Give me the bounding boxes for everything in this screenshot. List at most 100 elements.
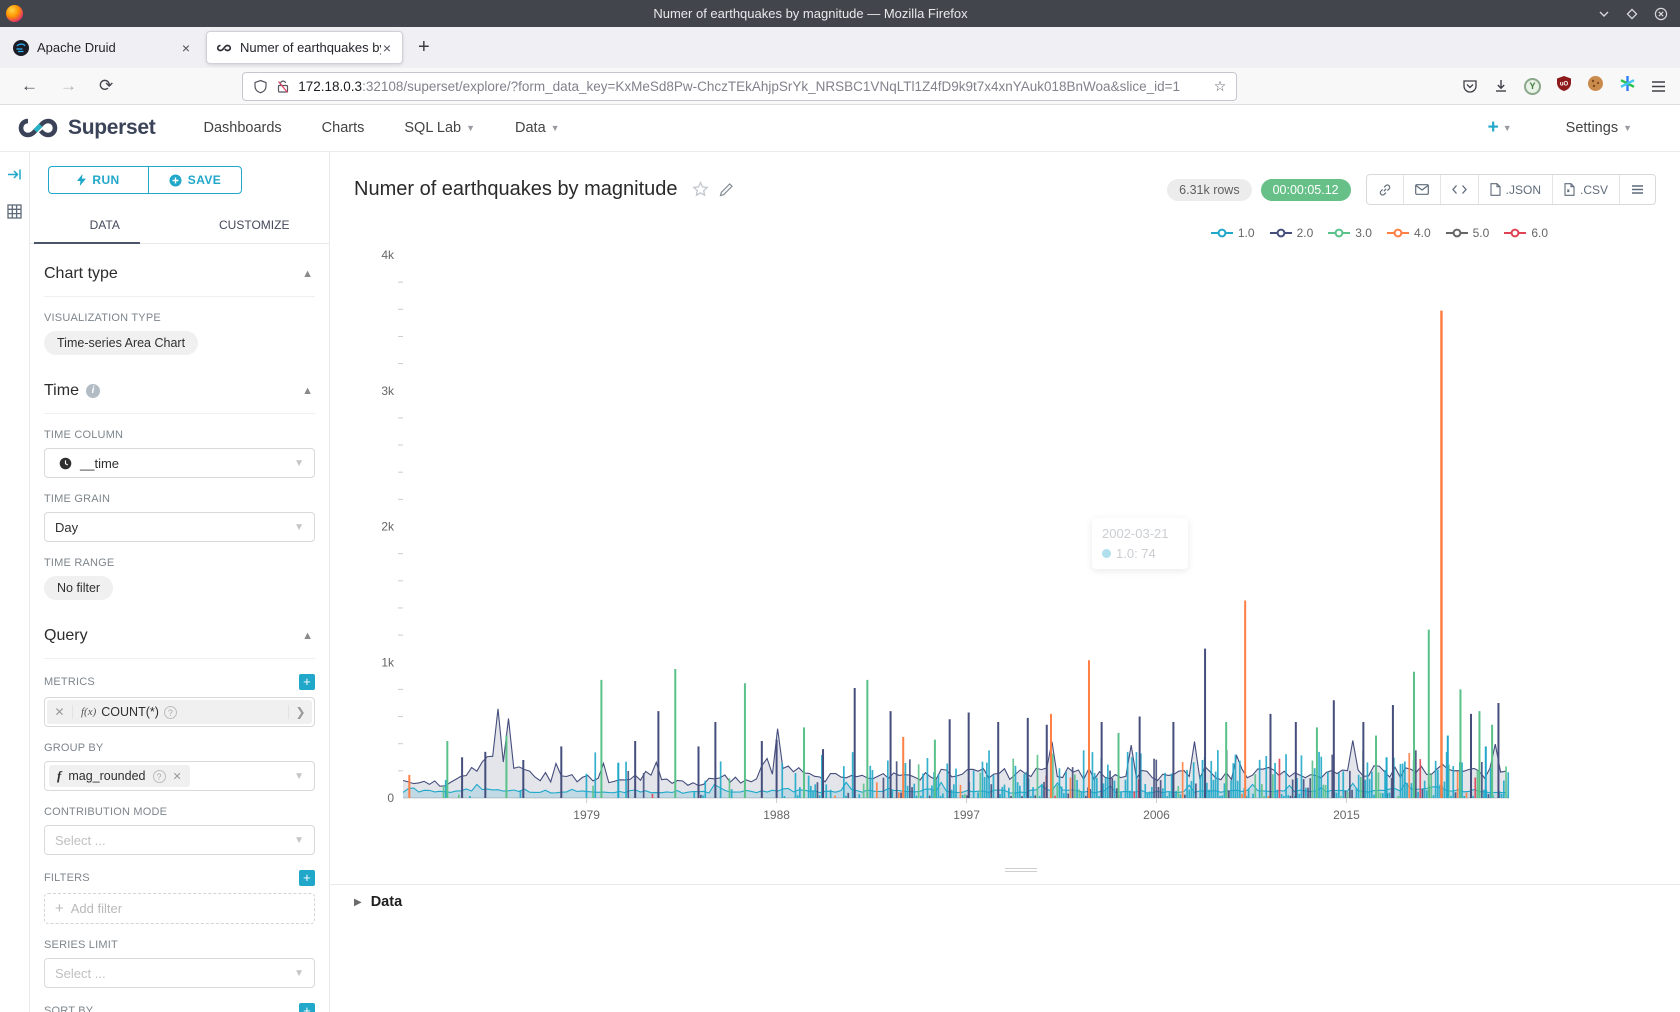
lock-broken-icon[interactable] [276, 79, 290, 94]
tab-label: Numer of earthquakes by m [240, 40, 381, 55]
back-button[interactable]: ← [10, 76, 49, 96]
metric-chip-count[interactable]: ✕ f(x) COUNT(*) ? ❯ [47, 700, 312, 724]
run-button[interactable]: RUN [48, 166, 148, 194]
window-close-icon[interactable] [1654, 7, 1668, 21]
add-metric-button[interactable]: + [299, 674, 315, 690]
cookie-extension-icon[interactable] [1587, 75, 1604, 97]
legend-item-5.0[interactable]: 5.0 [1446, 226, 1490, 240]
nav-item-sql-lab[interactable]: SQL Lab▼ [404, 120, 475, 136]
export-csv-button[interactable]: .CSV [1552, 175, 1619, 204]
forward-button[interactable]: → [49, 76, 88, 96]
legend-item-3.0[interactable]: 3.0 [1328, 226, 1372, 240]
reload-button[interactable]: ⟳ [88, 76, 124, 96]
expand-dataset-panel-icon[interactable] [7, 168, 22, 186]
shield-icon[interactable] [253, 79, 268, 94]
pocket-icon[interactable] [1462, 78, 1478, 94]
fx-icon: f(x) [81, 706, 96, 718]
plus-icon: + [55, 900, 64, 917]
legend-item-1.0[interactable]: 1.0 [1211, 226, 1255, 240]
legend-item-4.0[interactable]: 4.0 [1387, 226, 1431, 240]
tab-data[interactable]: DATA [30, 209, 180, 243]
tab-apache-druid[interactable]: Apache Druid × [4, 31, 201, 64]
tab-close-icon[interactable]: × [381, 40, 393, 56]
help-icon: ? [153, 770, 166, 783]
lightning-icon [77, 174, 86, 186]
tooltip-value: 1.0: 74 [1116, 546, 1156, 561]
time-column-select[interactable]: __time ▼ [44, 448, 315, 478]
svg-text:2006: 2006 [1143, 808, 1170, 822]
groupby-chip-mag-rounded[interactable]: f mag_rounded ? ✕ [49, 765, 190, 787]
window-title: Numer of earthquakes by magnitude — Mozi… [23, 6, 1598, 21]
bookmark-star-icon[interactable]: ☆ [1214, 78, 1227, 95]
settings-menu[interactable]: Settings▼ [1566, 120, 1632, 136]
hamburger-icon [1631, 185, 1644, 194]
dataset-grid-icon[interactable] [7, 204, 22, 224]
section-chart-type[interactable]: Chart type ▲ [44, 244, 315, 297]
chevron-down-icon: ▼ [1503, 123, 1512, 133]
svg-text:1k: 1k [381, 655, 395, 669]
url-bar[interactable]: 172.18.0.3 :32108/superset/explore/?form… [242, 72, 1237, 101]
groupby-select[interactable]: f mag_rounded ? ✕ ▼ [44, 761, 315, 791]
downloads-icon[interactable] [1493, 78, 1509, 94]
window-minimize-icon[interactable] [1598, 8, 1610, 20]
colorful-extension-icon[interactable] [1619, 75, 1636, 97]
menu-icon[interactable] [1651, 80, 1666, 93]
new-tab-button[interactable]: + [408, 36, 440, 59]
tab-close-icon[interactable]: × [180, 40, 192, 56]
tooltip-date: 2002-03-21 [1102, 526, 1178, 541]
export-json-button[interactable]: .JSON [1478, 175, 1552, 204]
new-item-button[interactable]: +▼ [1488, 117, 1512, 139]
privacy-extension-icon[interactable]: Y [1524, 78, 1541, 95]
svg-text:1979: 1979 [573, 808, 600, 822]
series-dot-icon [1102, 549, 1111, 558]
section-query[interactable]: Query ▲ [44, 606, 315, 659]
rows-count-badge: 6.31k rows [1167, 179, 1251, 201]
legend-item-2.0[interactable]: 2.0 [1270, 226, 1314, 240]
data-panel-toggle[interactable]: ▶ Data [354, 894, 1656, 910]
link-icon [1378, 183, 1392, 197]
embed-code-button[interactable] [1440, 175, 1478, 204]
section-time[interactable]: Time i ▲ [44, 361, 315, 414]
edit-title-icon[interactable] [719, 182, 734, 197]
expand-metric-icon[interactable]: ❯ [288, 705, 312, 719]
chevron-down-icon: ▼ [294, 458, 304, 469]
time-grain-select[interactable]: Day ▼ [44, 512, 315, 542]
superset-logo-icon [16, 117, 60, 139]
legend-marker-icon [1387, 228, 1409, 238]
copy-link-button[interactable] [1367, 175, 1403, 204]
druid-favicon-icon [13, 40, 29, 56]
chevron-down-icon: ▼ [294, 835, 304, 846]
nav-item-charts[interactable]: Charts [322, 120, 365, 136]
remove-metric-icon[interactable]: ✕ [47, 705, 73, 719]
time-range-label: TIME RANGE [44, 557, 315, 569]
email-button[interactable] [1403, 175, 1440, 204]
contribution-mode-select[interactable]: Select ... ▼ [44, 825, 315, 855]
nav-item-data[interactable]: Data▼ [515, 120, 560, 136]
viz-type-pill[interactable]: Time-series Area Chart [44, 331, 198, 355]
tab-customize[interactable]: CUSTOMIZE [180, 209, 330, 243]
time-range-pill[interactable]: No filter [44, 576, 113, 600]
chart-menu-button[interactable] [1619, 175, 1655, 204]
remove-chip-icon[interactable]: ✕ [173, 770, 182, 783]
url-path: :32108/superset/explore/?form_data_key=K… [362, 79, 1206, 94]
series-limit-select[interactable]: Select ... ▼ [44, 958, 315, 988]
chart-legend: 1.0 2.0 3.0 4.0 5.0 6.0 [1211, 226, 1548, 240]
results-data-panel: ▶ Data [330, 884, 1680, 1012]
favorite-star-icon[interactable] [692, 181, 709, 198]
window-maximize-icon[interactable] [1626, 8, 1638, 20]
filters-label: FILTERS + [44, 870, 315, 886]
legend-item-6.0[interactable]: 6.0 [1504, 226, 1548, 240]
ublock-icon[interactable]: uO [1556, 75, 1572, 97]
superset-logo[interactable]: Superset [16, 116, 155, 140]
add-filter-plus-button[interactable]: + [299, 870, 315, 886]
code-icon [1452, 184, 1467, 195]
tab-earthquakes-active[interactable]: Numer of earthquakes by m × [206, 31, 403, 64]
nav-item-dashboards[interactable]: Dashboards [203, 120, 281, 136]
timeseries-area-chart[interactable]: 01k2k3k4k19791988199720062015 [340, 247, 1570, 832]
panel-resize-handle[interactable] [1005, 866, 1037, 874]
svg-text:1997: 1997 [953, 808, 980, 822]
query-timer-badge: 00:00:05.12 [1261, 179, 1351, 201]
save-button[interactable]: SAVE [148, 166, 242, 194]
add-filter-dropzone[interactable]: + Add filter [44, 893, 315, 924]
add-sort-by-button[interactable]: + [299, 1003, 315, 1012]
